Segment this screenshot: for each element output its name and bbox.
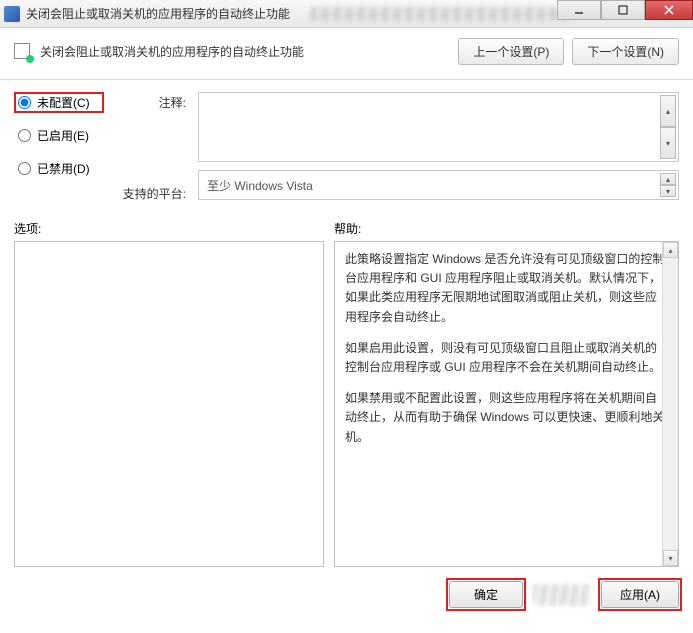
radio-not-configured-label: 未配置(C)	[37, 94, 90, 111]
window-title: 关闭会阻止或取消关机的应用程序的自动终止功能	[26, 5, 290, 22]
help-label: 帮助:	[334, 220, 679, 237]
chevron-up-icon[interactable]: ▴	[660, 173, 676, 185]
page-title: 关闭会阻止或取消关机的应用程序的自动终止功能	[40, 43, 458, 60]
chevron-down-icon[interactable]: ▾	[660, 127, 676, 159]
prev-setting-button[interactable]: 上一个设置(P)	[458, 38, 564, 65]
help-paragraph: 此策略设置指定 Windows 是否允许没有可见顶级窗口的控制台应用程序和 GU…	[345, 250, 668, 327]
help-paragraph: 如果禁用或不配置此设置，则这些应用程序将在关机期间自动终止，从而有助于确保 Wi…	[345, 389, 668, 447]
supported-label: 支持的平台:	[116, 185, 186, 202]
options-label: 选项:	[14, 220, 334, 237]
help-pane: 此策略设置指定 Windows 是否允许没有可见顶级窗口的控制台应用程序和 GU…	[334, 241, 679, 567]
radio-enabled[interactable]: 已启用(E)	[14, 125, 104, 146]
scroll-down-icon[interactable]: ▾	[663, 550, 678, 566]
minimize-button[interactable]	[557, 0, 601, 20]
next-setting-button[interactable]: 下一个设置(N)	[572, 38, 679, 65]
chevron-down-icon[interactable]: ▾	[660, 185, 676, 197]
radio-disabled-label: 已禁用(D)	[37, 160, 90, 177]
options-pane	[14, 241, 324, 567]
comment-textarea[interactable]: ▴ ▾	[198, 92, 679, 162]
supported-field: 至少 Windows Vista ▴ ▾	[198, 170, 679, 200]
radio-disabled[interactable]: 已禁用(D)	[14, 158, 104, 179]
supported-spinner[interactable]: ▴ ▾	[660, 173, 676, 197]
titlebar-extra	[310, 7, 570, 21]
radio-enabled-label: 已启用(E)	[37, 127, 89, 144]
cancel-button-obscured[interactable]	[533, 584, 591, 606]
ok-button[interactable]: 确定	[449, 581, 523, 608]
scrollbar[interactable]: ▴ ▾	[662, 242, 678, 566]
close-button[interactable]	[645, 0, 693, 20]
comment-label: 注释:	[116, 94, 186, 111]
titlebar: 关闭会阻止或取消关机的应用程序的自动终止功能	[0, 0, 693, 28]
policy-icon	[14, 43, 32, 61]
help-paragraph: 如果启用此设置，则没有可见顶级窗口且阻止或取消关机的控制台应用程序或 GUI 应…	[345, 339, 668, 377]
chevron-up-icon[interactable]: ▴	[660, 95, 676, 127]
header: 关闭会阻止或取消关机的应用程序的自动终止功能 上一个设置(P) 下一个设置(N)	[0, 28, 693, 80]
maximize-button[interactable]	[601, 0, 645, 20]
comment-spinner[interactable]: ▴ ▾	[660, 95, 676, 159]
radio-not-configured[interactable]: 未配置(C)	[14, 92, 104, 113]
scroll-up-icon[interactable]: ▴	[663, 242, 678, 258]
footer: 确定 应用(A)	[0, 575, 693, 618]
app-icon	[4, 6, 20, 22]
radio-not-configured-input[interactable]	[18, 96, 31, 109]
supported-value: 至少 Windows Vista	[207, 179, 313, 193]
radio-enabled-input[interactable]	[18, 129, 31, 142]
radio-disabled-input[interactable]	[18, 162, 31, 175]
apply-button[interactable]: 应用(A)	[601, 581, 679, 608]
